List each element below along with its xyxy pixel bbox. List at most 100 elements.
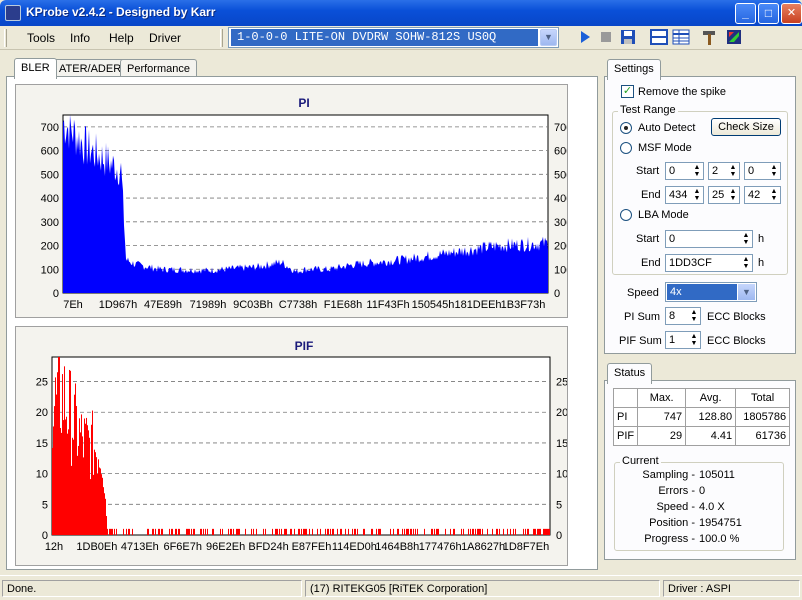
maximize-button[interactable]: □ bbox=[758, 3, 779, 24]
x-tick-label: 1D967h bbox=[99, 299, 138, 311]
pif-bar bbox=[230, 528, 231, 535]
pif-bar bbox=[546, 528, 547, 535]
y-tick-label: 100 bbox=[41, 264, 59, 276]
spinner-icon[interactable]: ▲ ▼ bbox=[741, 232, 751, 246]
pif-bar bbox=[363, 528, 364, 535]
exit-icon[interactable] bbox=[725, 28, 743, 46]
spinner-icon[interactable]: ▲ ▼ bbox=[692, 164, 702, 178]
x-tick-label: 11F43Fh bbox=[366, 299, 409, 311]
menu-help[interactable]: Help bbox=[109, 31, 134, 45]
lba-end-field[interactable]: 1DD3CF ▲ ▼ bbox=[665, 254, 753, 272]
tab-settings[interactable]: Settings bbox=[607, 59, 661, 80]
y-tick-label: 20 bbox=[556, 407, 567, 419]
check-size-button[interactable]: Check Size bbox=[711, 118, 781, 136]
menu-info[interactable]: Info bbox=[70, 31, 90, 45]
menu-driver[interactable]: Driver bbox=[149, 31, 181, 45]
msf-mode-label: MSF Mode bbox=[638, 142, 692, 154]
msf-start-min-field[interactable]: 0 ▲ ▼ bbox=[665, 162, 704, 180]
x-tick-label: 1B3F73h bbox=[501, 299, 546, 311]
speed-select[interactable]: 4x ▼ bbox=[665, 282, 757, 302]
pif-bar bbox=[411, 528, 412, 535]
msf-end-min-field[interactable]: 434 ▲ ▼ bbox=[665, 186, 704, 204]
pif-bar bbox=[434, 528, 435, 535]
pif-bar bbox=[279, 528, 280, 535]
minimize-button[interactable]: _ bbox=[735, 3, 756, 24]
pi-total: 1805786 bbox=[735, 407, 791, 427]
pif-bar bbox=[101, 474, 102, 535]
table-row: PI 747 128.80 1805786 bbox=[612, 407, 791, 427]
x-tick-label: 9C03Bh bbox=[233, 299, 273, 311]
pif-bar bbox=[527, 528, 528, 535]
auto-detect-radio[interactable] bbox=[620, 122, 632, 134]
spinner-icon[interactable]: ▲ ▼ bbox=[769, 188, 779, 202]
pi-chart-svg: PI 0 100 200 300 400 500 600 700 0 100 200 300 400 50… bbox=[41, 96, 573, 311]
lba-start-label: Start bbox=[636, 233, 660, 245]
pif-bar bbox=[93, 474, 94, 535]
column-header: Max. bbox=[637, 388, 687, 408]
x-tick-label: 177476h bbox=[419, 541, 462, 553]
y-tick-label: 0 bbox=[554, 288, 560, 300]
speed-label: Speed bbox=[627, 287, 659, 299]
pif-sum-field[interactable]: 1 ▲ ▼ bbox=[665, 331, 701, 349]
msf-start-frame-field[interactable]: 0 ▲ ▼ bbox=[744, 162, 781, 180]
tab-status[interactable]: Status bbox=[607, 363, 653, 384]
spinner-icon[interactable]: ▲ ▼ bbox=[728, 188, 738, 202]
pif-bar bbox=[299, 528, 300, 535]
x-tick-label: F1E68h bbox=[324, 299, 363, 311]
pif-bar bbox=[390, 528, 391, 535]
save-icon[interactable] bbox=[620, 28, 636, 46]
spinner-icon[interactable]: ▲ ▼ bbox=[689, 309, 699, 323]
spinner-icon[interactable]: ▲ ▼ bbox=[769, 164, 779, 178]
lba-mode-radio[interactable] bbox=[620, 209, 632, 221]
pif-bar bbox=[105, 498, 106, 535]
play-icon[interactable] bbox=[578, 28, 592, 46]
remove-spike-checkbox[interactable]: ✓ bbox=[621, 85, 634, 98]
tools-icon[interactable] bbox=[701, 28, 719, 46]
msf-end-sec-field[interactable]: 25 ▲ ▼ bbox=[708, 186, 740, 204]
pif-bar bbox=[213, 528, 214, 535]
chevron-down-icon[interactable]: ▼ bbox=[738, 284, 755, 300]
msf-mode-radio[interactable] bbox=[620, 142, 632, 154]
pif-bar bbox=[537, 528, 538, 535]
pif-bar bbox=[478, 528, 479, 535]
pif-bar bbox=[330, 528, 331, 535]
settings-panel: ✓ Remove the spike Test Range Auto Detec… bbox=[604, 76, 796, 354]
pif-bar bbox=[263, 528, 264, 535]
tab-bler[interactable]: BLER bbox=[14, 58, 57, 79]
pif-bar bbox=[291, 528, 292, 535]
msf-start-sec-field[interactable]: 2 ▲ ▼ bbox=[708, 162, 740, 180]
table-row: Max. Avg. Total bbox=[612, 388, 791, 408]
msf-end-frame-field[interactable]: 42 ▲ ▼ bbox=[744, 186, 781, 204]
progress-label: Progress - bbox=[644, 533, 695, 545]
pif-bar bbox=[92, 410, 93, 535]
pif-bar bbox=[332, 528, 333, 535]
pif-bar bbox=[152, 528, 153, 535]
sampling-label: Sampling - bbox=[642, 469, 695, 481]
msf-end-label: End bbox=[641, 189, 661, 201]
drive-select[interactable]: 1-0-0-0 LITE-ON DVDRW SOHW-812S US0Q ▼ bbox=[228, 27, 559, 48]
spinner-icon[interactable]: ▲ ▼ bbox=[728, 164, 738, 178]
close-button[interactable]: ✕ bbox=[781, 3, 802, 24]
pif-bar bbox=[284, 528, 285, 535]
pif-bar bbox=[472, 528, 473, 535]
split-view-icon[interactable] bbox=[650, 28, 668, 46]
pif-bar bbox=[547, 528, 548, 535]
pif-bar bbox=[86, 417, 87, 535]
pif-bar bbox=[80, 432, 81, 535]
lba-start-unit: h bbox=[758, 233, 765, 245]
menu-tools[interactable]: Tools bbox=[27, 31, 55, 45]
spinner-icon[interactable]: ▲ ▼ bbox=[689, 333, 699, 347]
spinner-icon[interactable]: ▲ ▼ bbox=[692, 188, 702, 202]
lba-start-field[interactable]: 0 ▲ ▼ bbox=[665, 230, 753, 248]
pif-bar bbox=[100, 468, 101, 535]
pif-bar bbox=[492, 528, 493, 535]
pif-bar bbox=[228, 528, 229, 535]
pif-bar bbox=[424, 528, 425, 535]
pi-sum-field[interactable]: 8 ▲ ▼ bbox=[665, 307, 701, 325]
chevron-down-icon[interactable]: ▼ bbox=[540, 29, 557, 46]
stop-icon[interactable] bbox=[599, 28, 613, 46]
row-label: PIF bbox=[612, 426, 639, 446]
table-view-icon[interactable] bbox=[672, 28, 690, 46]
pif-bar bbox=[233, 528, 234, 535]
spinner-icon[interactable]: ▲ ▼ bbox=[741, 256, 751, 270]
